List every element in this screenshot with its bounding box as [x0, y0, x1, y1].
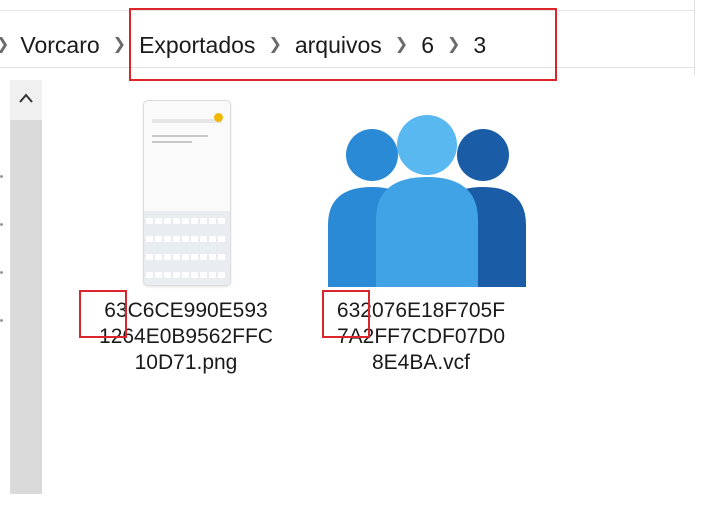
window-right-border	[694, 0, 695, 75]
breadcrumb-vorcaro[interactable]: Vorcaro	[20, 32, 99, 59]
contacts-people-icon[interactable]	[328, 115, 526, 287]
breadcrumb-separator-icon: ❯	[0, 34, 9, 54]
scroll-up-button[interactable]	[10, 80, 42, 116]
nav-pane-edge-marks	[0, 175, 4, 367]
scroll-thumb[interactable]	[10, 120, 42, 494]
phone-screenshot-thumbnail[interactable]	[143, 100, 231, 286]
file-name-line: 8E4BA.vcf	[371, 351, 471, 374]
breadcrumb-separator-icon[interactable]: ❯	[113, 34, 126, 54]
filename-prefix-highlight-box	[79, 290, 127, 338]
file-name-line: 10D71.png	[134, 351, 238, 374]
vertical-scrollbar[interactable]	[10, 80, 42, 494]
path-highlight-box	[129, 8, 557, 81]
chevron-up-icon	[19, 93, 33, 103]
filename-prefix-highlight-box	[322, 290, 370, 338]
